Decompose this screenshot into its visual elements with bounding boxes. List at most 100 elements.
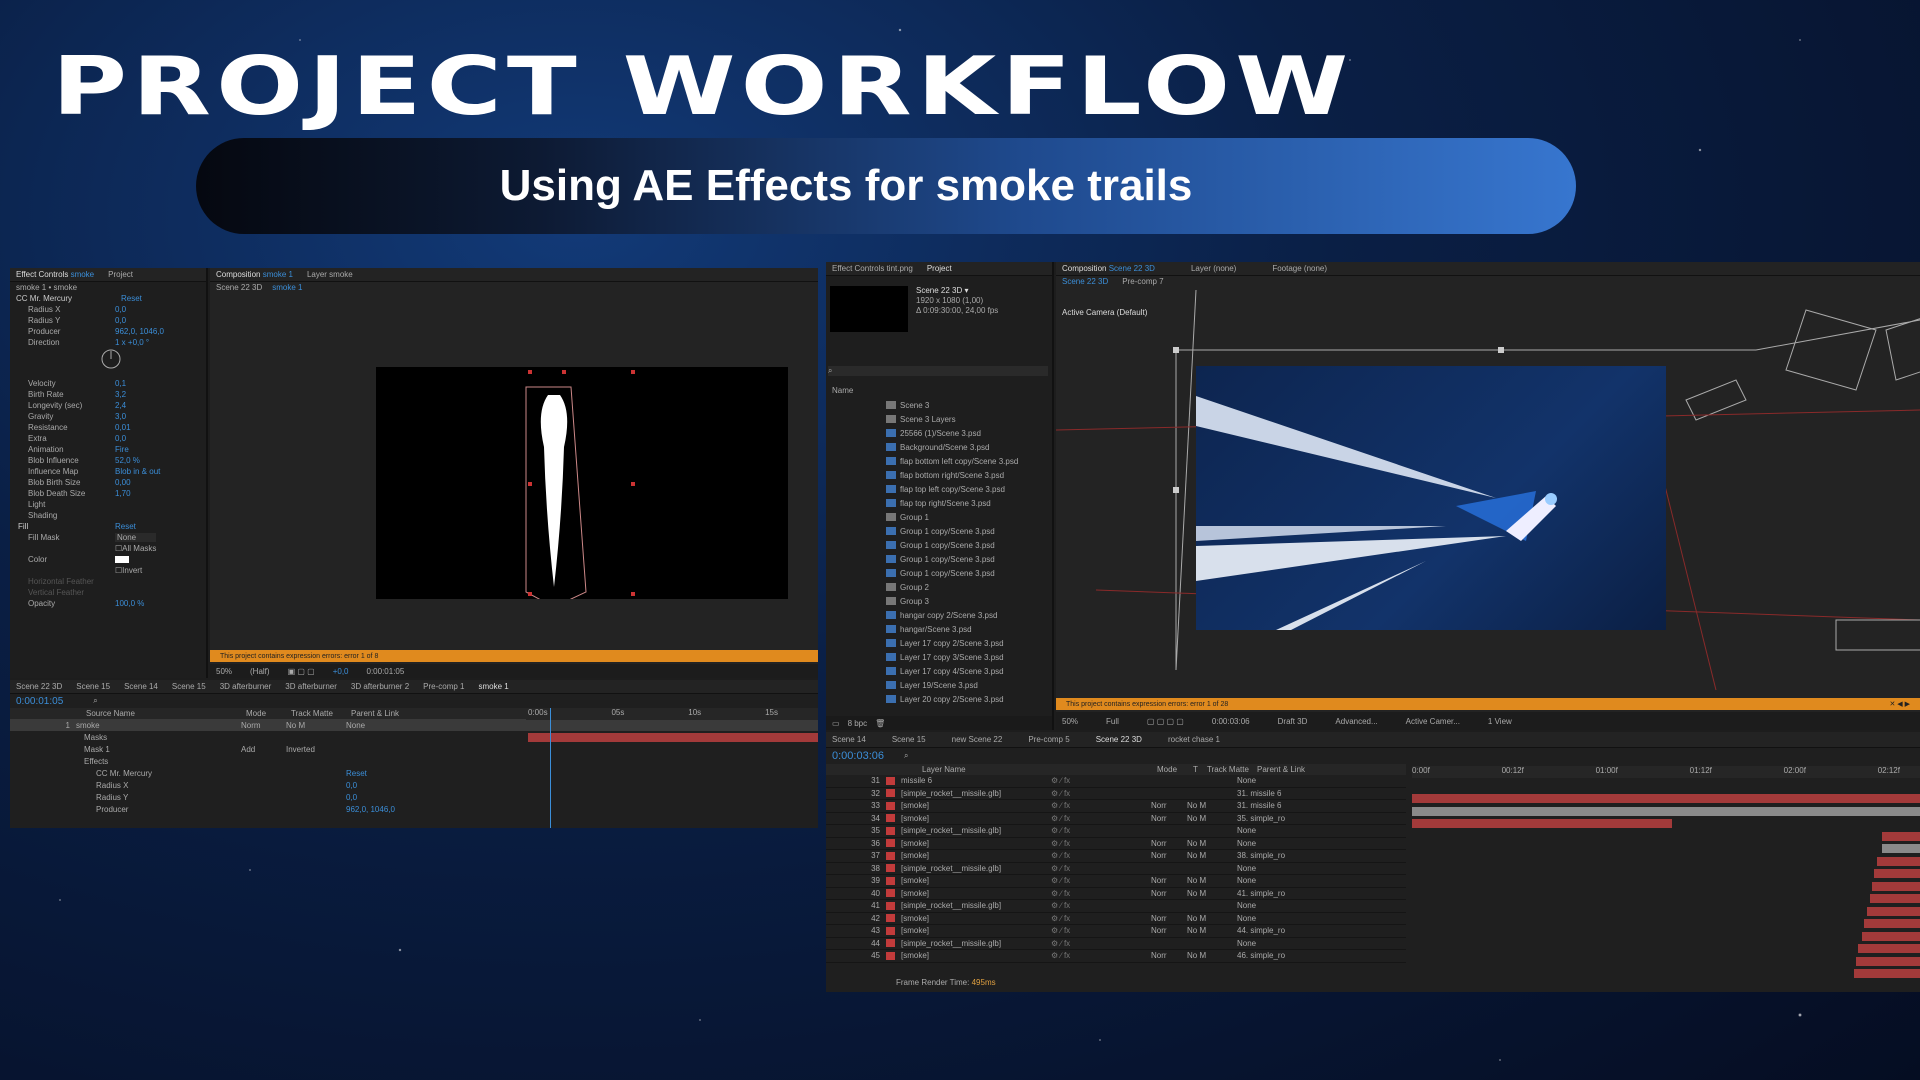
- effect-prop-row[interactable]: Blob Death Size 1,70: [10, 488, 206, 499]
- layer-mode[interactable]: Norr: [1151, 851, 1187, 860]
- timeline-layer-row[interactable]: 45 [smoke] ⚙ ∕ fx Norr No M 46. simple_ro: [826, 950, 1406, 963]
- layer-switches-icon[interactable]: ⚙ ∕ fx: [1051, 839, 1151, 848]
- project-item[interactable]: Background/Scene 3.psd: [886, 440, 1046, 454]
- timeline-layer-row[interactable]: 38 [simple_rocket__missile.glb] ⚙ ∕ fx None: [826, 863, 1406, 875]
- layer-matte[interactable]: No M: [1187, 814, 1237, 823]
- layer-switches-icon[interactable]: ⚙ ∕ fx: [1051, 826, 1151, 835]
- layer-matte[interactable]: Inverted: [286, 745, 346, 754]
- layer-parent[interactable]: 31. missile 6: [1237, 789, 1327, 798]
- timeline-layer-row[interactable]: 43 [smoke] ⚙ ∕ fx Norr No M 44. simple_ro: [826, 925, 1406, 938]
- layer-switches-icon[interactable]: ⚙ ∕ fx: [1051, 814, 1151, 823]
- current-time[interactable]: 0:00:03:06: [1212, 717, 1250, 726]
- layer-duration-bar[interactable]: [1882, 831, 1920, 841]
- fill-mask-row[interactable]: Fill Mask None: [10, 532, 206, 543]
- layer-switches-icon[interactable]: ⚙ ∕ fx: [1051, 939, 1151, 948]
- zoom-dropdown[interactable]: 50%: [1062, 717, 1078, 726]
- all-masks-row[interactable]: ☐ All Masks: [10, 543, 206, 554]
- project-item[interactable]: Layer 20 copy 2/Scene 3.psd: [886, 692, 1046, 706]
- opacity-value[interactable]: 100,0 %: [115, 599, 144, 608]
- layer-matte[interactable]: No M: [1187, 876, 1237, 885]
- layer-parent[interactable]: None: [1237, 776, 1327, 785]
- layer-color-label[interactable]: [886, 889, 895, 898]
- advanced-dropdown[interactable]: Advanced...: [1335, 717, 1377, 726]
- resolution-dropdown[interactable]: (Half): [250, 667, 270, 676]
- layer-color-label[interactable]: [886, 901, 895, 910]
- prop-value[interactable]: 3,2: [115, 390, 126, 399]
- effect-prop-row[interactable]: Longevity (sec) 2,4: [10, 400, 206, 411]
- project-item[interactable]: Group 3: [886, 594, 1046, 608]
- layer-color-label[interactable]: [886, 851, 895, 860]
- tab-footage[interactable]: Footage (none): [1272, 264, 1327, 273]
- effect-prop-row[interactable]: Resistance 0,01: [10, 422, 206, 433]
- layer-mode[interactable]: Norr: [1151, 814, 1187, 823]
- timeline-layer-row[interactable]: Mask 1 Add Inverted: [10, 743, 818, 755]
- timecode[interactable]: 0:00:03:06: [832, 750, 884, 762]
- fill-effect-header[interactable]: Fill Reset: [10, 521, 206, 532]
- layer-switches-icon[interactable]: ⚙ ∕ fx: [1051, 789, 1151, 798]
- direction-dial[interactable]: [100, 348, 206, 378]
- effect-prop-row[interactable]: Shading: [10, 510, 206, 521]
- right-expression-warning[interactable]: This project contains expression errors:…: [1056, 698, 1920, 710]
- layer-parent[interactable]: 962,0, 1046,0: [346, 805, 395, 814]
- expression-warning[interactable]: This project contains expression errors:…: [210, 650, 818, 662]
- prop-value[interactable]: 52,0 %: [115, 456, 140, 465]
- effect-prop-row[interactable]: Radius X 0,0: [10, 304, 206, 315]
- prop-value[interactable]: 0,01: [115, 423, 131, 432]
- timeline-layer-row[interactable]: 32 [simple_rocket__missile.glb] ⚙ ∕ fx 31. …: [826, 788, 1406, 800]
- timeline-tab[interactable]: 3D afterburner 2: [351, 682, 409, 691]
- color-swatch[interactable]: [115, 556, 129, 563]
- project-item[interactable]: Group 1: [886, 510, 1046, 524]
- layer-color-label[interactable]: [886, 876, 895, 885]
- tab-composition[interactable]: Composition smoke 1: [216, 270, 293, 279]
- layer-color-label[interactable]: [886, 914, 895, 923]
- breadcrumb-item[interactable]: Pre-comp 7: [1122, 277, 1163, 286]
- layer-duration-bar[interactable]: [1412, 794, 1920, 803]
- invert-row[interactable]: ☐ Invert: [10, 565, 206, 576]
- snapshot-icon[interactable]: ▣ ▢ ▢: [288, 667, 315, 676]
- layer-parent[interactable]: None: [1237, 839, 1327, 848]
- project-item[interactable]: hangar copy 2/Scene 3.psd: [886, 608, 1046, 622]
- current-time[interactable]: 0:00:01:05: [367, 667, 405, 676]
- project-item[interactable]: Group 1 copy/Scene 3.psd: [886, 552, 1046, 566]
- layer-switches-icon[interactable]: ⚙ ∕ fx: [1051, 951, 1151, 960]
- layer-duration-bar[interactable]: [1858, 944, 1920, 953]
- timeline-tab[interactable]: Pre-comp 5: [1028, 735, 1069, 744]
- project-item[interactable]: flap top left copy/Scene 3.psd: [886, 482, 1046, 496]
- prop-value[interactable]: 0,0: [115, 316, 126, 325]
- project-item[interactable]: Scene 3: [886, 398, 1046, 412]
- prop-value[interactable]: 1,70: [115, 489, 131, 498]
- project-item[interactable]: hangar/Scene 3.psd: [886, 622, 1046, 636]
- layer-color-label[interactable]: [886, 839, 895, 848]
- timeline-layer-row[interactable]: 42 [smoke] ⚙ ∕ fx Norr No M None: [826, 913, 1406, 925]
- effect-prop-row[interactable]: Producer 962,0, 1046,0: [10, 326, 206, 337]
- layer-parent[interactable]: None: [1237, 914, 1327, 923]
- prop-value[interactable]: 0,1: [115, 379, 126, 388]
- layer-parent[interactable]: None: [346, 721, 365, 730]
- layer-parent[interactable]: 46. simple_ro: [1237, 951, 1327, 960]
- prop-value[interactable]: 1 x +0,0 °: [115, 338, 149, 347]
- effect-prop-row[interactable]: Influence Map Blob in & out: [10, 466, 206, 477]
- effect-reset[interactable]: Reset: [121, 294, 142, 303]
- fill-mask-value[interactable]: None: [115, 533, 157, 542]
- project-item[interactable]: flap top right/Scene 3.psd: [886, 496, 1046, 510]
- layer-duration-bar[interactable]: [1870, 894, 1920, 903]
- layer-color-label[interactable]: [886, 926, 895, 935]
- layer-color-label[interactable]: [886, 951, 895, 960]
- layer-color-label[interactable]: [886, 939, 895, 948]
- layer-parent[interactable]: None: [1237, 939, 1327, 948]
- layer-duration-bar[interactable]: [1867, 906, 1920, 916]
- breadcrumb-item[interactable]: smoke 1: [272, 283, 302, 292]
- layer-color-label[interactable]: [886, 864, 895, 873]
- folder-icon[interactable]: ▭: [832, 719, 840, 728]
- view-layout-dropdown[interactable]: 1 View: [1488, 717, 1512, 726]
- timeline-tab[interactable]: new Scene 22: [952, 735, 1003, 744]
- layer-mode[interactable]: Norr: [1151, 839, 1187, 848]
- project-item[interactable]: Layer 17 copy 2/Scene 3.psd: [886, 636, 1046, 650]
- effect-prop-row[interactable]: Birth Rate 3,2: [10, 389, 206, 400]
- prop-value[interactable]: 3,0: [115, 412, 126, 421]
- layer-mode[interactable]: Add: [241, 745, 286, 754]
- renderer-dropdown[interactable]: Draft 3D: [1278, 717, 1308, 726]
- timeline-layer-row[interactable]: 36 [smoke] ⚙ ∕ fx Norr No M None: [826, 838, 1406, 850]
- layer-parent[interactable]: 41. simple_ro: [1237, 889, 1327, 898]
- timeline-layer-row[interactable]: 40 [smoke] ⚙ ∕ fx Norr No M 41. simple_ro: [826, 888, 1406, 900]
